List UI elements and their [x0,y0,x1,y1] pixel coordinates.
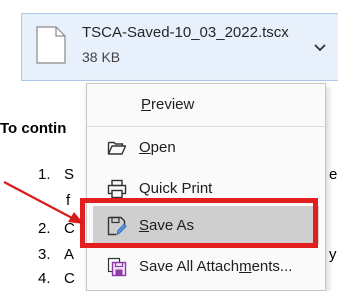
list-item-2-text: C [64,220,75,237]
document-intro-text: To contin [0,120,67,137]
annotation-highlight-box [80,198,318,248]
menu-item-preview[interactable]: Preview [87,86,325,124]
menu-item-open[interactable]: Open [87,129,325,167]
attachment-context-menu: Preview Open Quick Print Save As Save Al… [86,83,326,291]
chevron-down-icon[interactable] [313,43,327,53]
attachment-size: 38 KB [82,49,121,65]
list-item-1-number: 1. [38,166,51,183]
menu-item-open-label: Open [139,139,176,156]
list-item-2-number: 2. [38,220,51,237]
doc-right-fragment: e [329,166,338,183]
menu-item-preview-label: Preview [141,96,195,113]
list-item-3-number: 3. [38,246,51,263]
save-all-attachments-icon [107,257,127,277]
list-item-1-text: S [64,166,75,183]
doc-right-fragment-2: y [329,246,337,263]
menu-item-save-all-attachments[interactable]: Save All Attachments... [87,248,325,286]
list-item-4-text: C [64,270,75,287]
printer-icon [107,179,127,199]
attachment-filename: TSCA-Saved-10_03_2022.tscx [82,24,289,41]
folder-open-icon [107,141,127,155]
attachment-card[interactable]: TSCA-Saved-10_03_2022.tscx 38 KB [21,13,338,81]
menu-item-save-all-attachments-label: Save All Attachments... [139,258,293,275]
menu-item-quick-print-label: Quick Print [139,180,213,197]
menu-separator [87,126,325,127]
list-item-4-number: 4. [38,270,51,287]
file-icon [36,26,66,64]
list-item-1-cont: f [66,192,71,209]
list-item-3-text: A [64,246,75,263]
